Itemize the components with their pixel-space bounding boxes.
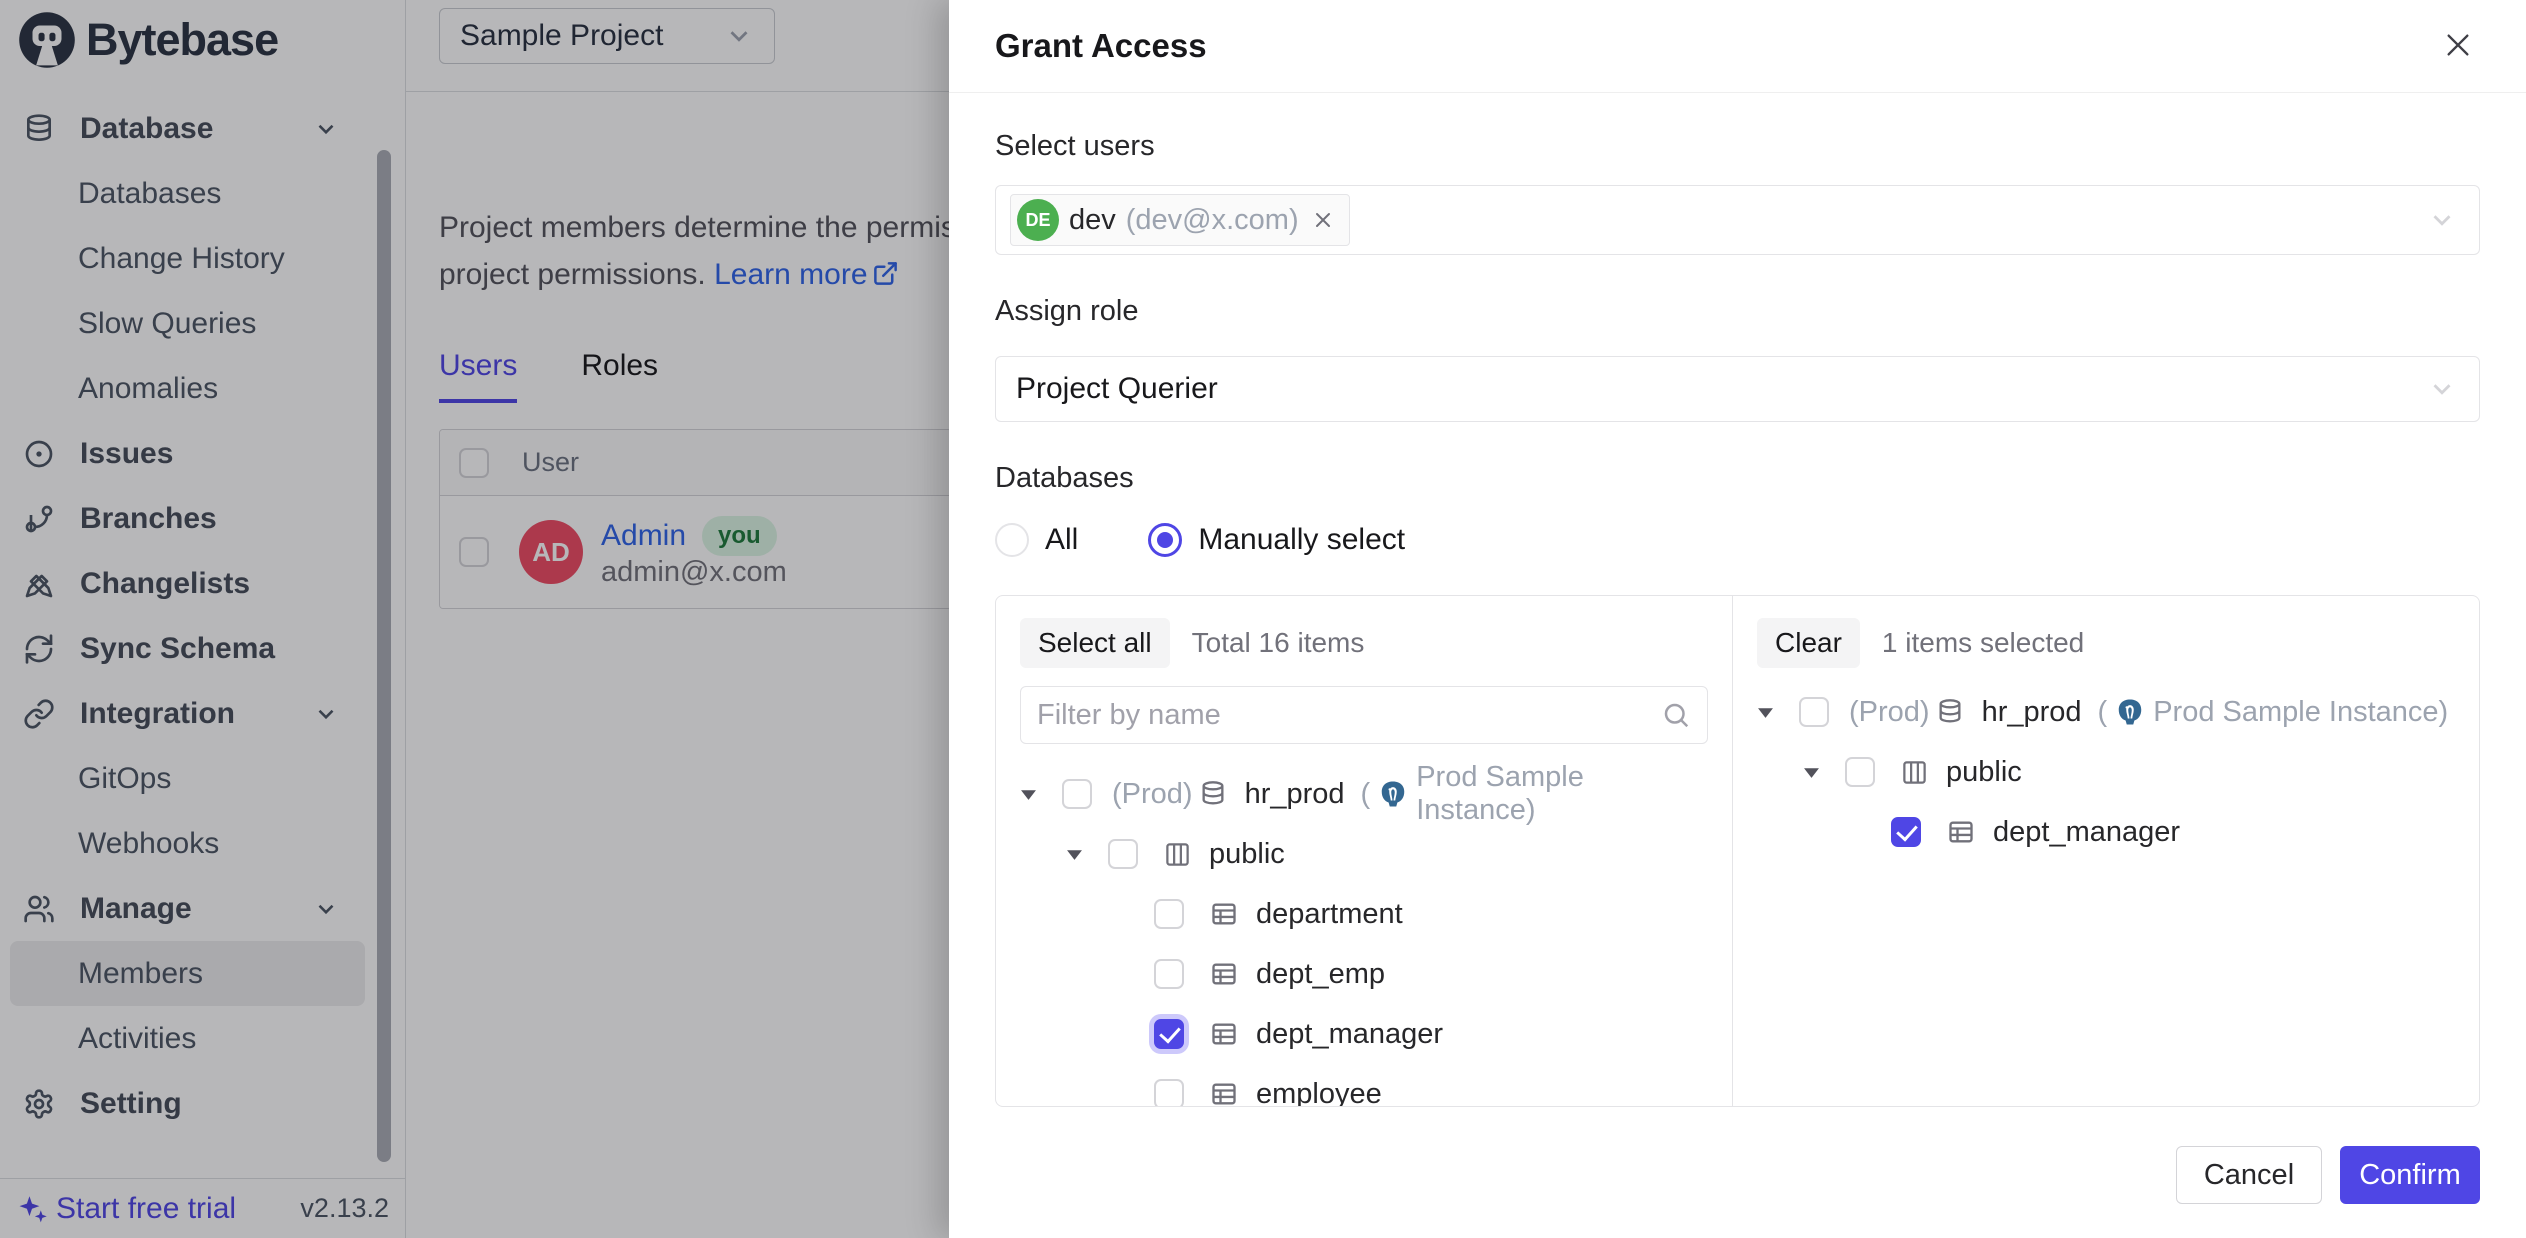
close-icon xyxy=(2442,29,2474,64)
checkbox[interactable] xyxy=(1845,757,1875,787)
table-icon xyxy=(1210,1080,1238,1106)
caret-down-icon[interactable] xyxy=(1803,766,1823,779)
tree-row-instance: (Prod) hr_prod ( Prod Sample Instance) xyxy=(1020,764,1708,824)
checkbox[interactable] xyxy=(1154,1079,1184,1106)
select-users-label: Select users xyxy=(995,130,2480,163)
tree-row-schema: public xyxy=(1020,824,1708,884)
selected-tree: (Prod) hr_prod ( Prod Sample Instance) p… xyxy=(1757,682,2455,862)
checkbox[interactable] xyxy=(1799,697,1829,727)
chevron-down-icon xyxy=(2427,374,2457,404)
checkbox[interactable] xyxy=(1154,899,1184,929)
databases-radio-group: All Manually select xyxy=(995,523,2480,557)
caret-down-icon[interactable] xyxy=(1066,848,1086,861)
assign-role-select[interactable]: Project Querier xyxy=(995,356,2480,422)
table-icon xyxy=(1210,1020,1238,1048)
database-icon xyxy=(1199,780,1227,808)
cancel-button[interactable]: Cancel xyxy=(2176,1146,2322,1204)
modal-footer: Cancel Confirm xyxy=(949,1112,2526,1238)
total-items-label: Total 16 items xyxy=(1192,627,1365,659)
assign-role-label: Assign role xyxy=(995,295,2480,328)
radio-icon xyxy=(995,523,1029,557)
tree-row-table: employee xyxy=(1020,1064,1708,1106)
confirm-button[interactable]: Confirm xyxy=(2340,1146,2480,1204)
modal-body: Select users DE dev (dev@x.com) Assign r… xyxy=(949,94,2526,1238)
database-picker: Select all Total 16 items (Prod) xyxy=(995,595,2480,1107)
picker-selected-pane: Clear 1 items selected (Prod) hr_prod ( xyxy=(1733,596,2479,1106)
radio-all[interactable]: All xyxy=(995,523,1078,557)
chip-remove-icon[interactable] xyxy=(1311,208,1335,232)
caret-down-icon[interactable] xyxy=(1020,788,1040,801)
filter-input-wrap xyxy=(1020,686,1708,744)
postgresql-icon xyxy=(1378,779,1408,809)
checkbox-checked[interactable] xyxy=(1891,817,1921,847)
databases-label: Databases xyxy=(995,462,2480,495)
modal-title: Grant Access xyxy=(995,27,2436,65)
checkbox[interactable] xyxy=(1062,779,1092,809)
select-all-button[interactable]: Select all xyxy=(1020,618,1170,668)
grant-access-modal: Grant Access Select users DE dev (dev@x.… xyxy=(949,0,2526,1238)
table-icon xyxy=(1210,960,1238,988)
table-icon xyxy=(1947,818,1975,846)
bytebase-app: Bytebase Database Databases Change Histo… xyxy=(0,0,2526,1238)
picker-source-pane: Select all Total 16 items (Prod) xyxy=(996,596,1733,1106)
filter-input[interactable] xyxy=(1037,699,1661,732)
search-icon xyxy=(1661,700,1691,730)
modal-header: Grant Access xyxy=(949,0,2526,93)
tree-row-table: dept_manager xyxy=(1020,1004,1708,1064)
checkbox-checked[interactable] xyxy=(1154,1019,1184,1049)
schema-icon xyxy=(1164,841,1191,868)
tree-row-table: dept_emp xyxy=(1020,944,1708,1004)
avatar: DE xyxy=(1017,199,1059,241)
schema-icon xyxy=(1901,759,1928,786)
radio-icon xyxy=(1148,523,1182,557)
source-tree: (Prod) hr_prod ( Prod Sample Instance) p… xyxy=(1020,764,1708,1106)
chevron-down-icon xyxy=(2427,205,2457,235)
selected-items-label: 1 items selected xyxy=(1882,627,2084,659)
checkbox[interactable] xyxy=(1108,839,1138,869)
close-button[interactable] xyxy=(2436,24,2480,68)
postgresql-icon xyxy=(2115,697,2145,727)
tree-row-table: dept_manager xyxy=(1757,802,2455,862)
tree-row-table: department xyxy=(1020,884,1708,944)
database-icon xyxy=(1936,698,1964,726)
checkbox[interactable] xyxy=(1154,959,1184,989)
clear-button[interactable]: Clear xyxy=(1757,618,1860,668)
select-users-input[interactable]: DE dev (dev@x.com) xyxy=(995,185,2480,255)
tree-row-instance: (Prod) hr_prod ( Prod Sample Instance) xyxy=(1757,682,2455,742)
radio-manually-select[interactable]: Manually select xyxy=(1148,523,1405,557)
table-icon xyxy=(1210,900,1238,928)
tree-row-schema: public xyxy=(1757,742,2455,802)
user-chip: DE dev (dev@x.com) xyxy=(1010,194,1350,246)
caret-down-icon[interactable] xyxy=(1757,706,1777,719)
